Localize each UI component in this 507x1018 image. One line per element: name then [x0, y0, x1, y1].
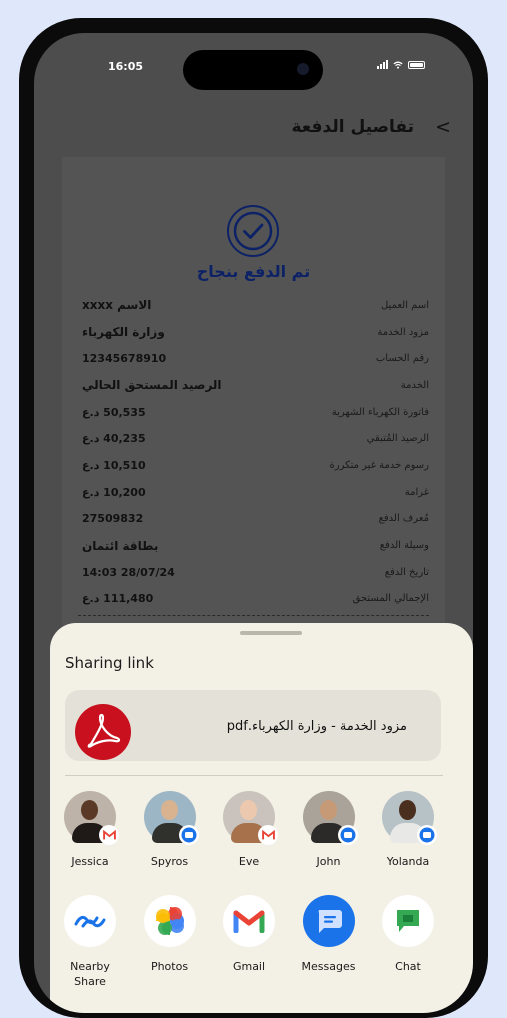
check-circle-icon [226, 204, 280, 258]
page-title: تفاصيل الدفعة [291, 117, 414, 137]
receipt-row: تاريخ الدفع 28/07/24 14:03 [82, 559, 429, 586]
row-value: 111,480 د.ع [82, 592, 154, 606]
row-value: وزارة الكهرباء [82, 325, 165, 340]
contact-jessica[interactable]: Jessica [54, 791, 126, 868]
app-label: Nearby Share [70, 960, 110, 988]
row-label: مُعرف الدفع [378, 513, 429, 525]
row-value: 27509832 [82, 512, 144, 526]
contact-name: Yolanda [386, 855, 430, 868]
receipt-row: الرصيد المُتبقي 40,235 د.ع [82, 425, 429, 452]
app-label: Chat [395, 960, 421, 973]
gmail-icon [223, 895, 275, 947]
row-label: رقم الحساب [375, 353, 429, 365]
receipt-row: مُعرف الدفع 27509832 [82, 506, 429, 533]
row-value: 50,535 د.ع [82, 405, 146, 419]
camera-icon [297, 63, 309, 75]
contact-john[interactable]: John [293, 791, 365, 868]
avatar [302, 791, 358, 845]
contact-spyros[interactable]: Spyros [134, 791, 206, 868]
share-sheet: Sharing link مزود الخدمة - وزارة الكهربا… [50, 623, 473, 1013]
drag-handle[interactable] [240, 631, 302, 635]
section-divider [65, 775, 443, 776]
share-sheet-title: Sharing link [65, 654, 154, 672]
signal-icon [377, 60, 388, 69]
avatar [223, 791, 278, 845]
messages-badge-icon [417, 825, 437, 845]
wifi-icon [393, 61, 403, 69]
page-header: > تفاصيل الدفعة [34, 107, 473, 155]
contact-yolanda[interactable]: Yolanda [372, 791, 444, 868]
receipt-row: اسم العميل الاسم xxxx [82, 292, 429, 319]
app-nearby-share[interactable]: Nearby Share [54, 895, 126, 989]
status-time: 16:05 [108, 60, 144, 73]
gmail-badge-icon [99, 825, 119, 845]
row-value: 12345678910 [82, 352, 167, 366]
app-row: Nearby Share Photos Gmail Messages Chat [54, 895, 444, 989]
receipt-rows: اسم العميل الاسم xxxx مزود الخدمة وزارة ال… [82, 292, 429, 612]
receipt-row: غرامة 10,200 د.ع [82, 479, 429, 506]
dynamic-island [183, 50, 323, 90]
contact-name: Eve [238, 855, 260, 868]
payment-success-text: تم الدفع بنجاح [196, 262, 311, 281]
contact-name: John [316, 855, 341, 868]
receipt-row: الإجمالي المستحق 111,480 د.ع [82, 586, 429, 613]
row-value: الاسم xxxx [82, 298, 152, 313]
shared-file-card[interactable]: مزود الخدمة - وزارة الكهرباء.pdf [65, 690, 441, 761]
receipt-row: فاتورة الكهرباء الشهرية 50,535 د.ع [82, 399, 429, 426]
receipt-row: رسوم خدمة غير متكررة 10,510 د.ع [82, 452, 429, 479]
messages-badge-icon [178, 825, 199, 845]
contact-name: Jessica [71, 855, 109, 868]
row-label: رسوم خدمة غير متكررة [329, 459, 430, 471]
app-photos[interactable]: Photos [134, 895, 206, 989]
app-gmail[interactable]: Gmail [213, 895, 285, 989]
phone-frame: 16:05 > تفاصيل الدفعة تم الدفع بنجاح اسم… [19, 18, 488, 1018]
status-bar: 16:05 [34, 33, 473, 93]
row-value: بطاقة ائتمان [82, 538, 159, 553]
receipt-row: مزود الخدمة وزارة الكهرباء [82, 319, 429, 346]
phone-screen: 16:05 > تفاصيل الدفعة تم الدفع بنجاح اسم… [34, 33, 473, 1013]
row-label: مزود الخدمة [377, 326, 429, 338]
row-label: الخدمة [400, 379, 429, 391]
row-value: 10,200 د.ع [82, 485, 146, 499]
row-label: تاريخ الدفع [384, 566, 429, 578]
status-icons [377, 60, 425, 69]
messages-icon [302, 895, 355, 947]
row-label: وسيلة الدفع [379, 540, 429, 552]
row-label: غرامة [404, 486, 429, 498]
dashed-divider [78, 615, 429, 616]
row-value: 40,235 د.ع [82, 432, 146, 446]
contact-name: Spyros [150, 855, 189, 868]
photos-icon [143, 895, 196, 947]
row-value: الرصيد المستحق الحالي [82, 378, 222, 393]
app-chat[interactable]: Chat [372, 895, 444, 989]
battery-icon [408, 60, 425, 69]
chat-icon [382, 895, 434, 947]
app-label: Photos [150, 960, 189, 973]
row-label: فاتورة الكهرباء الشهرية [331, 406, 429, 418]
avatar [143, 791, 199, 845]
app-label: Gmail [232, 960, 266, 973]
chevron-right-icon[interactable]: > [435, 116, 451, 138]
receipt-row: الخدمة الرصيد المستحق الحالي [82, 372, 429, 399]
row-label: اسم العميل [380, 299, 429, 311]
avatar [382, 791, 437, 845]
gmail-badge-icon [258, 825, 278, 845]
app-messages[interactable]: Messages [293, 895, 365, 989]
nearby-share-icon [64, 895, 116, 947]
contact-eve[interactable]: Eve [213, 791, 285, 868]
row-value: 28/07/24 14:03 [82, 565, 175, 579]
receipt-row: وسيلة الدفع بطاقة ائتمان [82, 532, 429, 559]
receipt-row: رقم الحساب 12345678910 [82, 345, 429, 372]
row-label: الإجمالي المستحق [352, 593, 429, 605]
row-value: 10,510 د.ع [82, 458, 146, 472]
pdf-icon [75, 704, 131, 760]
file-name: مزود الخدمة - وزارة الكهرباء.pdf [226, 719, 407, 734]
row-label: الرصيد المُتبقي [366, 433, 429, 445]
contact-row: Jessica Spyros Eve John Yolanda [54, 791, 444, 868]
avatar [64, 791, 119, 845]
messages-badge-icon [337, 825, 358, 845]
app-label: Messages [301, 960, 356, 973]
